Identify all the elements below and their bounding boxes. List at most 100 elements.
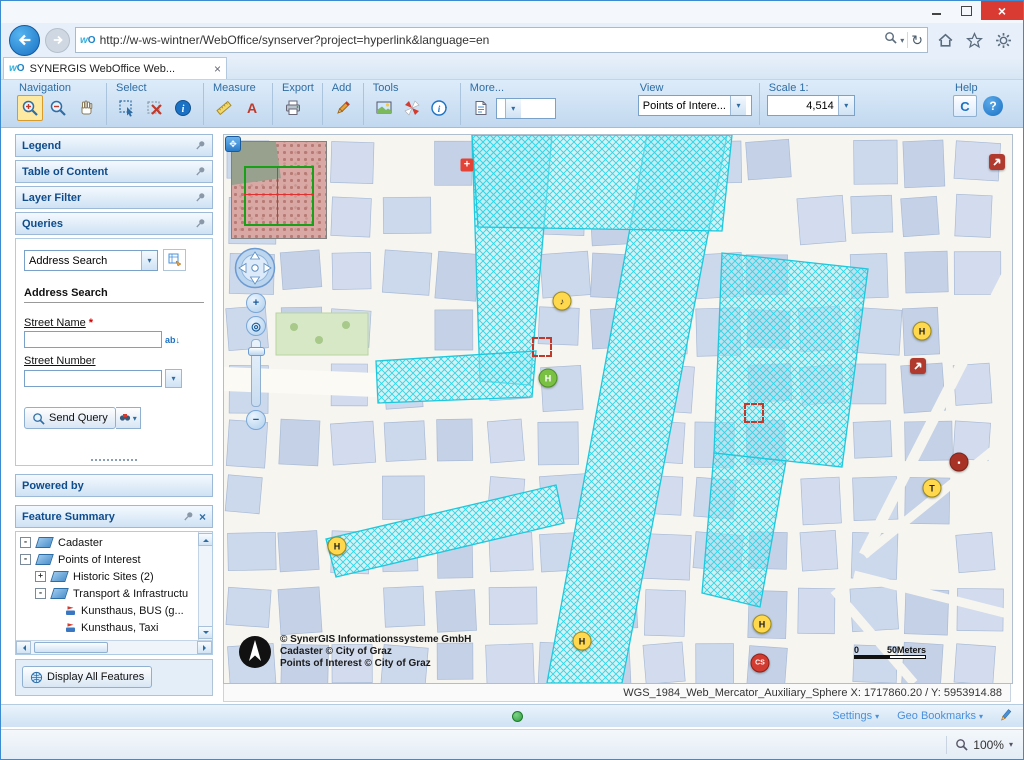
pin-icon[interactable] [195, 166, 206, 177]
pin-icon[interactable] [195, 192, 206, 203]
help-button[interactable]: ? [983, 96, 1003, 116]
search-dropdown-caret-icon[interactable]: ▾ [900, 36, 904, 45]
map-marker-selected-site[interactable] [532, 337, 552, 357]
scroll-up-icon[interactable] [198, 533, 212, 546]
map-zoom-in-button[interactable]: + [246, 293, 266, 313]
expand-icon[interactable]: + [35, 571, 46, 582]
send-query-button[interactable]: Send Query [24, 407, 116, 429]
add-sketch-button[interactable] [330, 95, 356, 121]
browser-forward-button[interactable] [45, 28, 70, 53]
send-query-options-icon[interactable]: ▾ [116, 407, 141, 429]
clear-selection-button[interactable] [142, 95, 168, 121]
panel-header-powered-by[interactable]: Powered by [15, 474, 213, 497]
panel-header-legend[interactable]: Legend [15, 134, 213, 157]
more-dropdown[interactable]: ▾ [496, 98, 556, 119]
pin-icon[interactable] [195, 218, 206, 229]
map-marker-stop-green[interactable]: H [539, 369, 558, 388]
pin-icon[interactable] [195, 140, 206, 151]
select-info-button[interactable]: i [170, 95, 196, 121]
image-tool-button[interactable] [371, 95, 397, 121]
map-zoom-out-button[interactable]: − [246, 410, 266, 430]
scale-dropdown[interactable]: 4,514▾ [767, 95, 855, 116]
overview-move-icon[interactable]: ✥ [225, 136, 241, 152]
tree-item[interactable]: +Historic Sites (2) [16, 568, 198, 585]
tab-close-icon[interactable]: × [214, 62, 221, 76]
zoom-full-extent-button[interactable]: ◎ [246, 316, 266, 336]
tree-item[interactable]: -Points of Interest [16, 551, 198, 568]
zoom-slider[interactable] [251, 339, 261, 407]
map-marker-cs-logo[interactable]: CS [751, 654, 770, 673]
view-dropdown[interactable]: Points of Intere...▾ [638, 95, 752, 116]
tree-item[interactable]: Kunsthaus, Taxi [16, 619, 198, 636]
map-marker-red-cross[interactable]: + [461, 159, 474, 172]
search-icon[interactable] [884, 31, 897, 49]
street-name-input[interactable] [24, 331, 162, 348]
settings-link[interactable]: Settings▾ [832, 710, 879, 722]
collapse-icon[interactable]: - [20, 537, 31, 548]
redline-flag-button[interactable] [399, 95, 425, 121]
window-minimize-button[interactable] [921, 1, 951, 20]
measure-ruler-button[interactable] [211, 95, 237, 121]
scroll-right-icon[interactable] [197, 641, 212, 654]
panel-header-feature-summary[interactable]: Feature Summary× [15, 505, 213, 528]
map-marker-music[interactable]: ♪ [553, 292, 572, 311]
street-number-dropdown-icon[interactable]: ▾ [165, 369, 182, 388]
panel-header-toc[interactable]: Table of Content [15, 160, 213, 183]
geo-bookmarks-link[interactable]: Geo Bookmarks▾ [897, 710, 983, 722]
home-icon[interactable] [933, 28, 957, 52]
map-marker-selected-site[interactable] [744, 403, 764, 423]
map-marker-transport-poi[interactable] [910, 358, 926, 374]
query-manage-icon[interactable] [163, 249, 186, 271]
scroll-down-icon[interactable] [198, 626, 212, 639]
sort-ab-icon[interactable]: ab↓ [165, 335, 180, 345]
map-marker-taxi[interactable]: T [923, 479, 942, 498]
tree-horizontal-scrollbar[interactable] [16, 640, 212, 654]
overview-map[interactable] [231, 141, 327, 239]
more-sheet-button[interactable] [468, 95, 494, 121]
pin-icon[interactable] [183, 511, 194, 522]
info-tool-button[interactable]: i [427, 95, 453, 121]
map-canvas[interactable]: ✥ + ◎ [223, 134, 1013, 684]
url-text[interactable]: http://w-ws-wintner/WebOffice/synserver?… [100, 33, 881, 47]
scroll-left-icon[interactable] [16, 641, 31, 654]
window-close-button[interactable]: × [981, 1, 1023, 20]
scrollbar-thumb[interactable] [34, 642, 108, 653]
collapse-icon[interactable]: - [20, 554, 31, 565]
tree-vertical-scrollbar[interactable] [198, 532, 212, 640]
tree-item[interactable]: -Transport & Infrastructu [16, 585, 198, 602]
refresh-icon[interactable]: ↻ [911, 32, 923, 49]
map-image[interactable] [224, 135, 1012, 683]
close-panel-icon[interactable]: × [199, 510, 206, 524]
map-marker-stop-h[interactable]: H [573, 632, 592, 651]
map-marker-stop-h[interactable]: H [913, 322, 932, 341]
pan-compass-control[interactable] [234, 247, 276, 289]
browser-back-button[interactable] [9, 25, 40, 56]
display-all-features-button[interactable]: Display All Features [22, 666, 152, 688]
street-number-input[interactable] [24, 370, 162, 387]
add-text-button[interactable]: A [239, 95, 265, 121]
map-marker-stop-h[interactable]: H [753, 615, 772, 634]
zoom-in-button[interactable] [17, 95, 43, 121]
panel-header-queries[interactable]: Queries [15, 212, 213, 235]
browser-zoom-control[interactable]: 100% ▾ [955, 738, 1013, 752]
window-titlebar[interactable]: × [1, 1, 1023, 23]
tree-item[interactable]: Kunsthaus, BUS (g... [16, 602, 198, 619]
pan-hand-button[interactable] [73, 95, 99, 121]
query-type-select[interactable]: Address Search▾ [24, 250, 158, 271]
panel-header-layer-filter[interactable]: Layer Filter [15, 186, 213, 209]
address-bar[interactable]: wwOO http://w-ws-wintner/WebOffice/synse… [75, 27, 928, 53]
favorites-star-icon[interactable] [962, 28, 986, 52]
collapse-icon[interactable]: - [35, 588, 46, 599]
zoom-out-button[interactable] [45, 95, 71, 121]
footer-edit-icon[interactable] [998, 708, 1013, 728]
map-marker-monument[interactable]: ▪ [950, 453, 969, 472]
zoom-slider-handle[interactable] [248, 347, 265, 356]
panel-resize-handle[interactable] [91, 459, 137, 461]
print-button[interactable] [280, 95, 306, 121]
tree-item[interactable]: -Cadaster [16, 534, 198, 551]
window-maximize-button[interactable] [951, 1, 981, 20]
map-marker-transport-poi[interactable] [989, 154, 1005, 170]
contact-button[interactable]: C [953, 95, 977, 117]
browser-tab[interactable]: wO SYNERGIS WebOffice Web... × [3, 57, 227, 79]
select-features-button[interactable] [114, 95, 140, 121]
